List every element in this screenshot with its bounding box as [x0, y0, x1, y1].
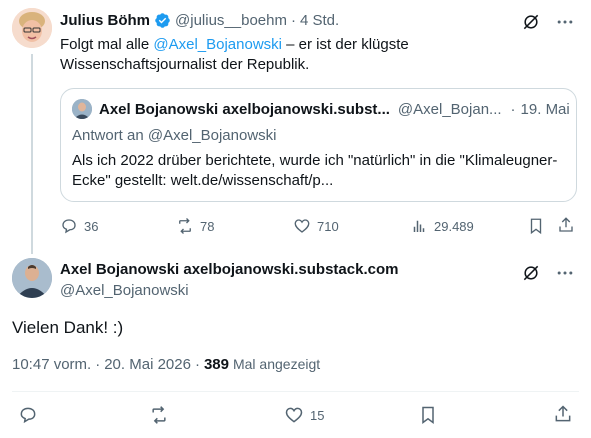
heart-icon: [285, 407, 303, 423]
more-options-icon[interactable]: [555, 12, 575, 32]
mention-link[interactable]: @Axel_Bojanowski: [153, 36, 282, 53]
quoted-author-name: Axel Bojanowski axelbojanowski.subst...: [99, 101, 390, 118]
reply-icon: [62, 219, 76, 234]
quoted-header: Axel Bojanowski axelbojanowski.subst... …: [99, 101, 570, 118]
tweet-meta: 10:47 vorm. · 20. Mai 2026 · 389 Mal ang…: [12, 356, 320, 373]
share-button[interactable]: [553, 404, 573, 424]
retweet-button[interactable]: [149, 405, 169, 425]
tweet-text: Vielen Dank! :): [12, 318, 124, 337]
quoted-handle: @Axel_Bojan...: [397, 101, 502, 118]
bookmark-icon: [530, 218, 542, 235]
quoted-date: 19. Mai: [520, 101, 570, 118]
verified-badge-icon: [154, 12, 171, 29]
reply-button[interactable]: 36: [60, 217, 98, 235]
view-count: 29.489: [434, 218, 474, 234]
tweet-date[interactable]: 20. Mai 2026: [104, 356, 191, 373]
tweet-top-actions: [521, 263, 575, 283]
retweet-button[interactable]: 78: [176, 217, 214, 235]
retweet-icon: [179, 218, 191, 234]
avatar[interactable]: [12, 8, 52, 48]
tweet-top-actions: [521, 12, 575, 32]
like-button[interactable]: 710: [293, 217, 339, 235]
author-handle[interactable]: @julius__boehm: [175, 12, 287, 29]
retweet-count: 78: [200, 218, 215, 234]
quoted-text: Als ich 2022 drüber berichtete, wurde ic…: [72, 152, 558, 189]
like-button[interactable]: 15: [284, 405, 324, 425]
author-name[interactable]: Axel Bojanowski axelbojanowski.substack.…: [60, 261, 398, 278]
quoted-tweet[interactable]: Axel Bojanowski axelbojanowski.subst... …: [60, 88, 577, 202]
views-count: 389: [203, 356, 229, 373]
separator: ·: [95, 356, 101, 373]
separator: ·: [510, 101, 516, 118]
author-handle[interactable]: @Axel_Bojanowski: [60, 282, 189, 299]
quoted-avatar: [72, 99, 92, 119]
views-label: Mal angezeigt: [232, 356, 321, 372]
bookmark-button[interactable]: [418, 405, 438, 425]
share-button[interactable]: [557, 216, 575, 234]
bookmark-icon: [422, 406, 434, 424]
retweet-icon: [152, 406, 166, 424]
tweet-text: Folgt mal alle @Axel_Bojanowski – er ist…: [60, 35, 530, 75]
separator: ·: [290, 12, 296, 29]
share-icon: [559, 217, 573, 232]
reply-to-label: Antwort an @Axel_Bojanowski: [72, 127, 277, 144]
bookmark-button[interactable]: [527, 217, 545, 235]
share-icon: [555, 405, 571, 422]
tweet-text-part: Folgt mal alle: [60, 36, 154, 53]
grok-icon[interactable]: [521, 263, 541, 283]
reply-button[interactable]: [18, 405, 38, 425]
more-options-icon[interactable]: [555, 263, 575, 283]
like-count: 15: [310, 407, 325, 423]
tweet-time[interactable]: 10:47 vorm.: [12, 356, 91, 373]
tweet-time[interactable]: 4 Std.: [300, 12, 339, 29]
avatar[interactable]: [12, 258, 52, 298]
like-count: 710: [317, 218, 339, 234]
separator: ·: [194, 356, 200, 373]
author-name[interactable]: Julius Böhm: [60, 12, 150, 29]
reply-count: 36: [84, 218, 99, 234]
grok-icon[interactable]: [521, 12, 541, 32]
views-button[interactable]: 29.489: [410, 217, 474, 235]
analytics-icon: [413, 220, 425, 232]
heart-icon: [294, 219, 310, 233]
tweet-header: Julius Böhm @julius__boehm · 4 Std.: [60, 12, 339, 29]
thread-line: [31, 54, 33, 254]
reply-icon: [20, 407, 36, 424]
divider: [12, 391, 579, 392]
